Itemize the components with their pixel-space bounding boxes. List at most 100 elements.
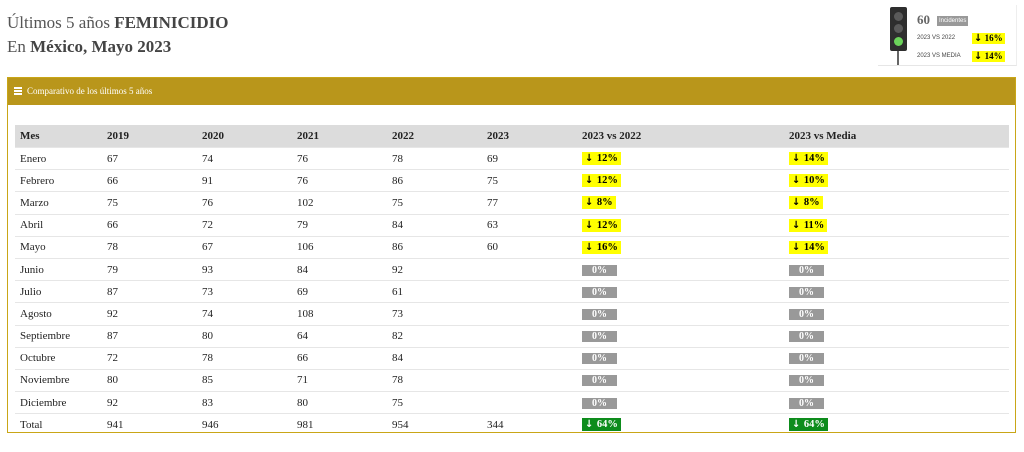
cell-vsMedia: 0% [784, 280, 1009, 303]
cell-y2023 [482, 257, 577, 281]
change-value: 0% [592, 331, 607, 343]
change-badge: 0% [789, 397, 824, 409]
cell-y2023: 344 [482, 413, 577, 436]
change-value: 12% [596, 153, 618, 165]
title-location: México, Mayo 2023 [30, 37, 172, 56]
cell-y2021: 69 [292, 280, 387, 303]
col-header-2023: 2023 [482, 125, 577, 148]
cell-y2019: 72 [102, 346, 197, 370]
summary-vs-media-value: 14% [984, 51, 1003, 61]
cell-y2019: 87 [102, 280, 197, 303]
change-value: 0% [799, 375, 814, 387]
cell-mes: Octubre [15, 346, 102, 370]
incident-count-label: Incidentes [937, 16, 969, 26]
change-value: 0% [592, 375, 607, 387]
cell-y2023: 75 [482, 169, 577, 192]
change-badge: 0% [582, 397, 617, 409]
arrow-down-icon: ↓ [792, 419, 804, 431]
change-badge: ↓ 10% [789, 174, 828, 188]
summary-vs-2022-badge: ↓ 16% [972, 33, 1005, 44]
cell-mes: Mayo [15, 235, 102, 259]
cell-mes: Noviembre [15, 368, 102, 392]
cell-y2021: 80 [292, 391, 387, 414]
cell-y2021: 106 [292, 235, 387, 259]
arrow-down-icon: ↓ [792, 241, 804, 253]
arrow-down-icon: ↓ [792, 175, 804, 187]
cell-mes: Julio [15, 280, 102, 303]
table-row: Febrero 66 91 76 86 75 ↓ 12% ↓ 10% [15, 169, 1009, 192]
title-crime: FEMINICIDIO [114, 13, 229, 32]
cell-vs2022: ↓ 12% [577, 146, 784, 170]
arrow-down-icon: ↓ [585, 175, 597, 187]
change-value: 14% [803, 153, 825, 165]
panel-header: Comparativo de los últimos 5 años [8, 78, 1015, 105]
cell-y2022: 73 [387, 302, 482, 325]
cell-y2020: 80 [197, 324, 292, 348]
cell-vs2022: ↓ 16% [577, 235, 784, 259]
arrow-down-icon: ↓ [585, 419, 597, 431]
table-row: Octubre 72 78 66 84 0% 0% [15, 346, 1009, 370]
change-badge: ↓ 8% [582, 196, 616, 210]
cell-vs2022: 0% [577, 368, 784, 392]
change-value: 8% [803, 197, 820, 209]
cell-y2022: 86 [387, 169, 482, 192]
table-row: Total 941 946 981 954 344 ↓ 64% ↓ 64% [15, 413, 1009, 436]
cell-y2021: 66 [292, 346, 387, 370]
cell-y2021: 108 [292, 302, 387, 325]
change-badge: 0% [582, 286, 617, 298]
change-value: 0% [799, 331, 814, 343]
table-row: Septiembre 87 80 64 82 0% 0% [15, 324, 1009, 348]
cell-y2023 [482, 302, 577, 325]
cell-y2022: 78 [387, 146, 482, 170]
cell-y2019: 79 [102, 257, 197, 281]
cell-vs2022: ↓ 12% [577, 213, 784, 237]
col-header-mes: Mes [15, 125, 102, 148]
change-value: 16% [596, 241, 618, 253]
cell-y2022: 75 [387, 191, 482, 215]
cell-y2021: 981 [292, 413, 387, 436]
table-row: Junio 79 93 84 92 0% 0% [15, 257, 1009, 281]
table-row: Diciembre 92 83 80 75 0% 0% [15, 391, 1009, 414]
table-row: Agosto 92 74 108 73 0% 0% [15, 302, 1009, 325]
traffic-light-pole [897, 51, 899, 65]
cell-y2019: 92 [102, 302, 197, 325]
cell-y2023: 69 [482, 146, 577, 170]
cell-y2020: 72 [197, 213, 292, 237]
summary-box: 60 Incidentes 2023 VS 2022 ↓ 16% 2023 VS… [878, 5, 1017, 66]
summary-row-vs-2022-label: 2023 VS 2022 [917, 35, 956, 41]
arrow-down-icon: ↓ [974, 51, 983, 62]
cell-y2020: 74 [197, 302, 292, 325]
cell-y2022: 75 [387, 391, 482, 414]
cell-vsMedia: 0% [784, 257, 1009, 281]
arrow-down-icon: ↓ [792, 197, 804, 209]
cell-y2022: 82 [387, 324, 482, 348]
cell-y2019: 66 [102, 213, 197, 237]
cell-y2020: 73 [197, 280, 292, 303]
cell-y2019: 80 [102, 368, 197, 392]
cell-y2019: 941 [102, 413, 197, 436]
change-value: 64% [803, 419, 825, 431]
change-badge: 0% [582, 375, 617, 387]
page-title: Últimos 5 años FEMINICIDIO En México, Ma… [7, 11, 229, 59]
arrow-down-icon: ↓ [792, 153, 804, 165]
change-badge: 0% [789, 331, 824, 343]
change-value: 0% [799, 308, 814, 320]
cell-y2019: 92 [102, 391, 197, 414]
change-badge: 0% [789, 375, 824, 387]
cell-y2021: 71 [292, 368, 387, 392]
cell-y2023: 63 [482, 213, 577, 237]
change-badge: 0% [789, 353, 824, 365]
cell-mes: Enero [15, 146, 102, 170]
cell-y2021: 64 [292, 324, 387, 348]
cell-y2022: 86 [387, 235, 482, 259]
change-value: 0% [592, 286, 607, 298]
cell-vsMedia: 0% [784, 346, 1009, 370]
cell-y2019: 75 [102, 191, 197, 215]
comparison-table: Mes 2019 2020 2021 2022 2023 2023 vs 202… [15, 125, 1009, 436]
summary-vs-media-badge: ↓ 14% [972, 51, 1005, 62]
cell-mes: Diciembre [15, 391, 102, 414]
cell-y2022: 84 [387, 213, 482, 237]
cell-y2020: 946 [197, 413, 292, 436]
change-value: 8% [596, 197, 613, 209]
cell-y2022: 84 [387, 346, 482, 370]
